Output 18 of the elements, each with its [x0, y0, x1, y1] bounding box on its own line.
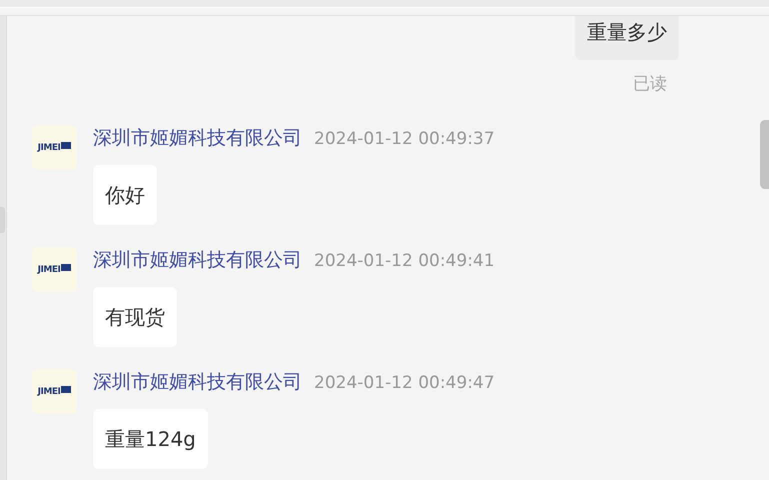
- logo-text: JIMEI: [38, 264, 60, 274]
- sender-name: 深圳市姬媚科技有限公司: [93, 248, 302, 273]
- message-bubble: 重量多少: [575, 16, 679, 60]
- logo-text: JIMEI: [38, 386, 60, 396]
- sender-name: 深圳市姬媚科技有限公司: [93, 370, 302, 395]
- logo-bar-icon: [61, 386, 72, 392]
- message-bubble: 你好: [93, 165, 157, 225]
- timestamp: 2024-01-12 00:49:37: [314, 129, 495, 149]
- logo-bar-icon: [61, 142, 72, 148]
- read-status: 已读: [633, 73, 667, 95]
- timestamp: 2024-01-12 00:49:47: [314, 373, 495, 393]
- message-bubble: 重量124g: [93, 409, 208, 469]
- message-bubble: 有现货: [93, 287, 177, 347]
- timestamp: 2024-01-12 00:49:41: [314, 251, 495, 271]
- logo-text: JIMEI: [38, 142, 60, 152]
- logo-bar-icon: [61, 264, 72, 270]
- scrollbar-thumb[interactable]: [760, 120, 769, 189]
- sender-name: 深圳市姬媚科技有限公司: [93, 126, 302, 151]
